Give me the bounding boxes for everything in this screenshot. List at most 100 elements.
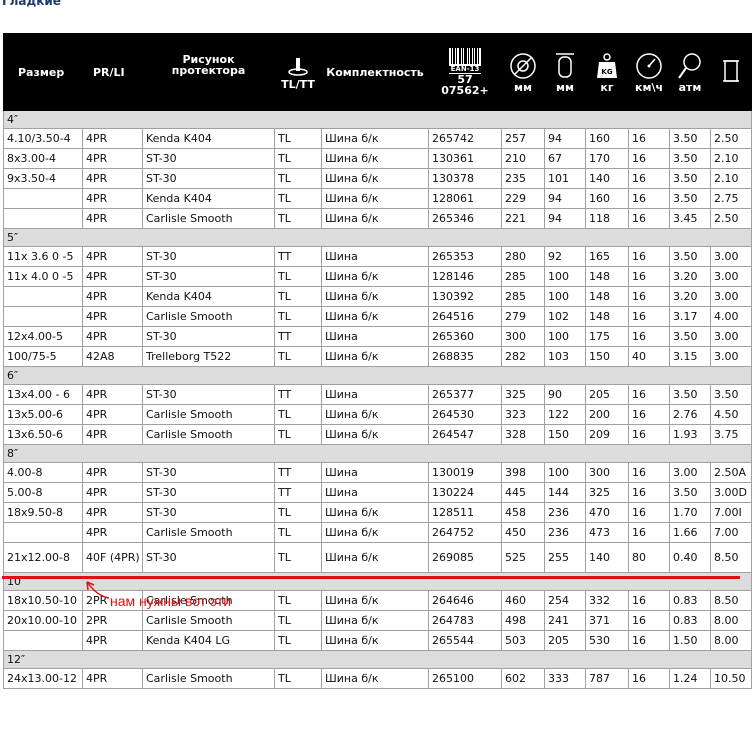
cell-set: Шина xyxy=(321,326,429,347)
cell-speed: 16 xyxy=(628,424,670,445)
cell-pressure: 3.20 xyxy=(669,286,711,307)
cell-diameter: 235 xyxy=(501,168,545,189)
cell-rim: 7.00I xyxy=(710,502,752,523)
cell-set: Шина б/к xyxy=(321,188,429,209)
cell-set: Шина б/к xyxy=(321,404,429,425)
cell-size xyxy=(3,306,83,327)
cell-pattern: ST-30 xyxy=(142,384,275,405)
cell-rim: 3.00 xyxy=(710,246,752,267)
cell-pattern: Carlisle Smooth xyxy=(142,668,275,689)
table-row: 21x12.00-8 40F (4PR) ST-30 TL Шина б/к 269085… xyxy=(3,542,752,573)
cell-diameter: 460 xyxy=(501,590,545,611)
cell-speed: 16 xyxy=(628,462,670,483)
cell-tltt: TL xyxy=(274,168,322,189)
cell-pressure: 3.50 xyxy=(669,326,711,347)
speedometer-icon xyxy=(636,52,662,79)
cell-pattern: Carlisle Smooth xyxy=(142,404,275,425)
header-rim xyxy=(710,33,752,111)
cell-size: 5.00-8 xyxy=(3,482,83,503)
cell-set: Шина б/к xyxy=(321,148,429,169)
cell-pressure: 1.70 xyxy=(669,502,711,523)
cell-speed: 16 xyxy=(628,610,670,631)
cell-ean: 265377 xyxy=(428,384,502,405)
cell-speed: 16 xyxy=(628,208,670,229)
cell-speed: 80 xyxy=(628,542,670,573)
cell-prli: 40F (4PR) xyxy=(82,542,143,573)
cell-ean: 264646 xyxy=(428,590,502,611)
cell-size: 13x6.50-6 xyxy=(3,424,83,445)
cell-pattern: Carlisle Smooth xyxy=(142,522,275,543)
valve-icon xyxy=(288,57,308,76)
table-row: 4PR Carlisle Smooth TL Шина б/к 264752 450 236… xyxy=(3,522,752,543)
cell-diameter: 280 xyxy=(501,246,545,267)
unit-kmh: км\ч xyxy=(634,80,664,94)
rim-icon xyxy=(723,60,739,82)
cell-ean: 265353 xyxy=(428,246,502,267)
cell-diameter: 450 xyxy=(501,522,545,543)
cell-ean: 130224 xyxy=(428,482,502,503)
cell-ean: 264516 xyxy=(428,306,502,327)
cell-tltt: TL xyxy=(274,306,322,327)
table-row: 9x3.50-4 4PR ST-30 TL Шина б/к 130378 235 101 14… xyxy=(3,168,752,189)
cell-pattern: ST-30 xyxy=(142,502,275,523)
cell-load: 371 xyxy=(585,610,629,631)
cell-tltt: TL xyxy=(274,542,322,573)
cell-width: 241 xyxy=(544,610,586,631)
header-tltt-label: TL/TT xyxy=(281,77,315,91)
cell-diameter: 323 xyxy=(501,404,545,425)
cell-size: 12x4.00-5 xyxy=(3,326,83,347)
cell-load: 148 xyxy=(585,266,629,287)
cell-prli: 2PR xyxy=(82,610,143,631)
cell-pattern: Kenda K404 xyxy=(142,286,275,307)
cell-load: 530 xyxy=(585,630,629,651)
cell-width: 236 xyxy=(544,522,586,543)
cell-ean: 128511 xyxy=(428,502,502,523)
header-tltt: TL/TT xyxy=(274,33,322,111)
cell-pattern: Kenda K404 xyxy=(142,188,275,209)
cell-speed: 40 xyxy=(628,346,670,367)
cell-set: Шина б/к xyxy=(321,668,429,689)
cell-rim: 2.10 xyxy=(710,168,752,189)
cell-diameter: 279 xyxy=(501,306,545,327)
cell-ean: 264530 xyxy=(428,404,502,425)
cell-size: 4.00-8 xyxy=(3,462,83,483)
cell-set: Шина xyxy=(321,384,429,405)
cell-size: 11x 3.6 0 -5 xyxy=(3,246,83,267)
cell-diameter: 445 xyxy=(501,482,545,503)
section-header: 12″ xyxy=(3,650,752,669)
header-prli: PR/LI xyxy=(82,33,143,111)
table-row: 8x3.00-4 4PR ST-30 TL Шина б/к 130361 210 67 170… xyxy=(3,148,752,169)
table-row: 5.00-8 4PR ST-30 TT Шина 130224 445 144 325 16 3.5… xyxy=(3,482,752,503)
cell-pressure: 1.24 xyxy=(669,668,711,689)
cell-tltt: TL xyxy=(274,610,322,631)
cell-speed: 16 xyxy=(628,404,670,425)
cell-pattern: ST-30 xyxy=(142,326,275,347)
cell-pressure: 0.40 xyxy=(669,542,711,573)
cell-pressure: 3.50 xyxy=(669,148,711,169)
header-pattern: Рисунок протектора xyxy=(142,33,275,111)
cell-rim: 3.50 xyxy=(710,384,752,405)
cell-width: 92 xyxy=(544,246,586,267)
cell-width: 122 xyxy=(544,404,586,425)
cell-ean: 128061 xyxy=(428,188,502,209)
cell-prli: 42A8 xyxy=(82,346,143,367)
cell-tltt: TL xyxy=(274,266,322,287)
cell-prli: 4PR xyxy=(82,168,143,189)
section-header: 4″ xyxy=(3,110,752,129)
cell-rim: 2.10 xyxy=(710,148,752,169)
cell-diameter: 325 xyxy=(501,384,545,405)
cell-rim: 8.00 xyxy=(710,630,752,651)
cell-load: 150 xyxy=(585,346,629,367)
cell-diameter: 503 xyxy=(501,630,545,651)
cell-rim: 3.00 xyxy=(710,286,752,307)
tire-diameter-icon xyxy=(510,52,536,79)
cell-prli: 4PR xyxy=(82,246,143,267)
cell-tltt: TL xyxy=(274,128,322,149)
cell-width: 100 xyxy=(544,326,586,347)
header-speed: км\ч xyxy=(628,33,670,111)
cell-pressure: 3.50 xyxy=(669,482,711,503)
cell-pattern: ST-30 xyxy=(142,168,275,189)
cell-rim: 3.00 xyxy=(710,346,752,367)
cell-pressure: 3.17 xyxy=(669,306,711,327)
cell-rim: 10.50 xyxy=(710,668,752,689)
